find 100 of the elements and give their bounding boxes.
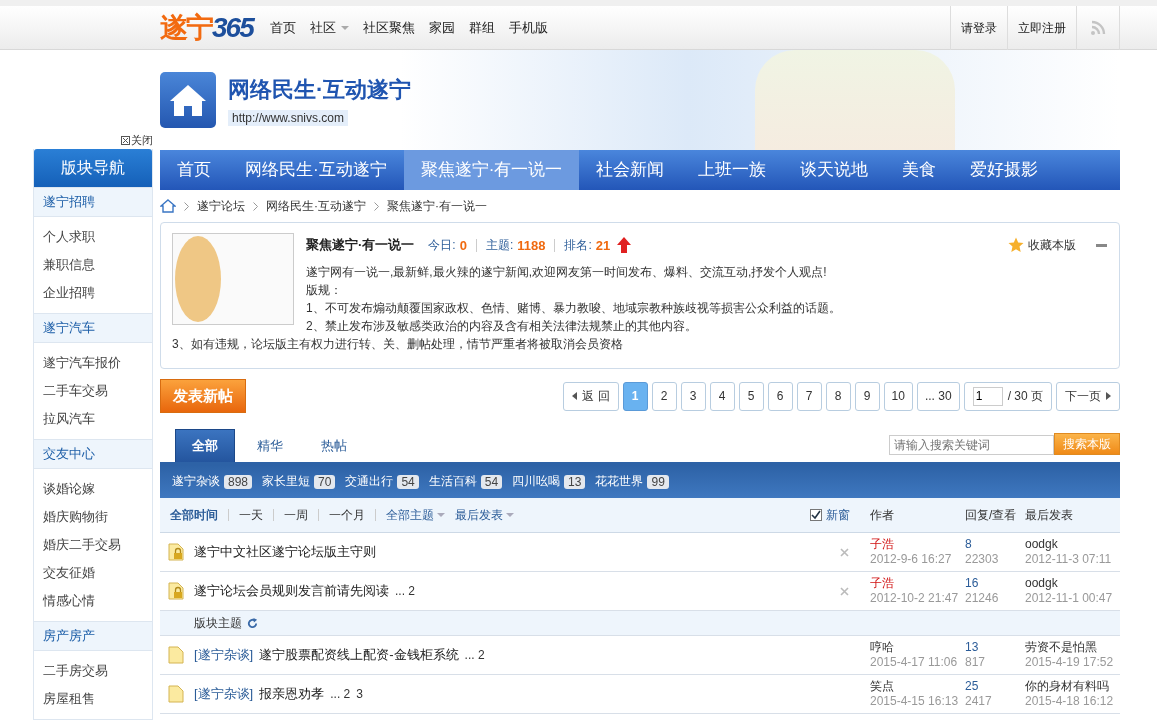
page-button[interactable]: 9 [854, 381, 880, 411]
filter-link[interactable]: 一天 [239, 506, 273, 524]
category-link[interactable]: 家长里短 [262, 473, 311, 490]
search-field[interactable]: 请输入搜索关键词 [889, 435, 1054, 455]
sidebar-item[interactable]: 企业招聘 [34, 279, 152, 307]
page-button[interactable]: 2 [651, 381, 677, 411]
filter-link[interactable]: 一个月 [329, 506, 375, 524]
sidebar-item[interactable]: 谈婚论嫁 [34, 475, 152, 503]
nav-tab[interactable]: 首页 [160, 150, 228, 190]
page-button[interactable]: 7 [796, 381, 822, 411]
page-link[interactable]: ... 2 [464, 648, 485, 662]
view-count: 21246 [965, 591, 1000, 606]
refresh-icon[interactable] [247, 617, 258, 629]
filter-link[interactable]: 最后发表 [455, 506, 524, 524]
nav-tab[interactable]: 上班一族 [681, 150, 784, 190]
filter-tab[interactable]: 全部 [175, 429, 235, 462]
sidebar-group-heading[interactable]: 遂宁招聘 [34, 187, 152, 217]
section-heading: 版块主题 [194, 614, 242, 632]
post-date: 2015-4-17 11:06 [870, 655, 959, 670]
category-link[interactable]: 四川吆喝 [512, 473, 561, 490]
close-box-icon[interactable] [121, 136, 130, 145]
sidebar-item[interactable]: 婚庆购物街 [34, 503, 152, 531]
last-post-date: 2012-11-1 00:47 [1025, 591, 1114, 606]
thread-title-link[interactable]: 遂宁中文社区遂宁论坛版主守则 [194, 543, 376, 561]
home-icon[interactable] [160, 199, 176, 213]
filter-link[interactable]: 全部主题 [386, 506, 455, 524]
sidebar-item[interactable]: 二手车交易 [34, 377, 152, 405]
sidebar-item[interactable]: 房屋租售 [34, 685, 152, 713]
sidebar-item[interactable]: 遂宁汽车报价 [34, 349, 152, 377]
page-button[interactable]: 10 [883, 381, 913, 411]
breadcrumb-link[interactable]: 网络民生·互动遂宁 [266, 197, 366, 215]
close-sidebar-link[interactable]: 关闭 [131, 133, 153, 148]
sidebar-item[interactable]: 个人求职 [34, 223, 152, 251]
page-link[interactable]: ... 2 [330, 687, 351, 701]
back-button[interactable]: 返 回 [563, 381, 619, 411]
nav-tab[interactable]: 爱好摄影 [953, 150, 1056, 190]
forum-rule-text: 2、禁止发布涉及敏感类政治的内容及含有相关法律法规禁止的其他内容。 [305, 318, 698, 335]
last-poster-name[interactable]: oodgk [1025, 576, 1120, 591]
sidebar-group-heading[interactable]: 遂宁汽车 [34, 313, 152, 343]
page-link[interactable]: ... 2 [395, 584, 415, 598]
page-number-field[interactable]: 1 [972, 386, 1003, 406]
category-link[interactable]: 生活百科 [428, 473, 477, 490]
sidebar-item[interactable]: 婚庆二手交易 [34, 531, 152, 559]
sidebar-item[interactable]: 兼职信息 [34, 251, 152, 279]
next-page-button[interactable]: 下一页 [1056, 381, 1120, 411]
close-icon[interactable] [840, 586, 849, 596]
checkbox[interactable] [810, 509, 822, 521]
page-button[interactable]: 6 [767, 381, 793, 411]
site-logo[interactable]: 遂宁365 [160, 9, 253, 47]
last-poster-name[interactable]: oodgk [1025, 537, 1120, 552]
nav-tab[interactable]: 谈天说地 [783, 150, 886, 190]
breadcrumb-link[interactable]: 遂宁论坛 [197, 197, 245, 215]
author-name[interactable]: 哼哈 [870, 640, 965, 655]
star-icon[interactable] [1008, 237, 1024, 253]
top-menu-item[interactable]: 群组 [468, 19, 495, 37]
filter-link[interactable]: 全部时间 [170, 506, 228, 524]
thread-title-link[interactable]: 遂宁股票配资线上配资-金钱柜系统 [259, 646, 459, 664]
top-menu-item[interactable]: 家园 [428, 19, 455, 37]
nav-tab[interactable]: 美食 [885, 150, 954, 190]
collapse-icon[interactable] [1096, 243, 1107, 247]
thread-title-link[interactable]: 遂宁论坛会员规则发言前请先阅读 [194, 582, 389, 600]
category-link[interactable]: [遂宁杂谈] [194, 685, 254, 703]
new-window-label[interactable]: 新窗 [826, 506, 850, 524]
category-link[interactable]: [遂宁杂谈] [194, 646, 254, 664]
category-link[interactable]: 交通出行 [345, 473, 394, 490]
sidebar-item[interactable]: 拉风汽车 [34, 405, 152, 433]
nav-tab[interactable]: 社会新闻 [579, 150, 682, 190]
top-menu-item[interactable]: 手机版 [508, 19, 548, 37]
filter-link[interactable]: 一周 [284, 506, 318, 524]
page-link[interactable]: 3 [356, 687, 363, 701]
author-name[interactable]: 笑点 [870, 679, 965, 694]
sidebar-group-heading[interactable]: 房产房产 [34, 621, 152, 651]
thread-title-link[interactable]: 报亲恩劝孝 [259, 685, 325, 703]
sidebar-item[interactable]: 情感心情 [34, 587, 152, 615]
nav-tab[interactable]: 网络民生·互动遂宁 [228, 150, 404, 190]
sidebar-group-heading[interactable]: 交友中心 [34, 439, 152, 469]
view-count: 22303 [965, 552, 1000, 567]
author-name[interactable]: 子浩 [870, 576, 965, 591]
sidebar-item[interactable]: 二手房交易 [34, 657, 152, 685]
top-menu-item[interactable]: 社区聚焦 [362, 19, 415, 37]
sidebar-item[interactable]: 交友征婚 [34, 559, 152, 587]
page-button[interactable]: 3 [680, 381, 706, 411]
favorite-link[interactable]: 收藏本版 [1028, 236, 1076, 254]
page-button[interactable]: 8 [825, 381, 851, 411]
reply-count: 25 [965, 679, 980, 694]
page-button[interactable]: 5 [738, 381, 764, 411]
breadcrumb-link[interactable]: 聚焦遂宁·有一说一 [387, 197, 487, 215]
top-menu-item[interactable]: 首页 [269, 19, 296, 37]
category-link[interactable]: 遂宁杂谈 [172, 473, 220, 490]
category-link[interactable]: 花花世界 [595, 473, 644, 490]
page-button[interactable]: ... 30 [916, 381, 960, 411]
filter-tab[interactable]: 精华 [241, 430, 299, 462]
author-name[interactable]: 子浩 [870, 537, 965, 552]
close-icon[interactable] [840, 547, 849, 557]
page-button[interactable]: 4 [709, 381, 735, 411]
top-menu-item[interactable]: 社区 [309, 19, 349, 37]
count-badge: 70 [314, 474, 336, 489]
last-poster-name[interactable]: 你的身材有料吗 [1025, 679, 1120, 694]
last-poster-name[interactable]: 劳资不是怕黑 [1025, 640, 1120, 655]
filter-tab[interactable]: 热帖 [305, 430, 363, 462]
